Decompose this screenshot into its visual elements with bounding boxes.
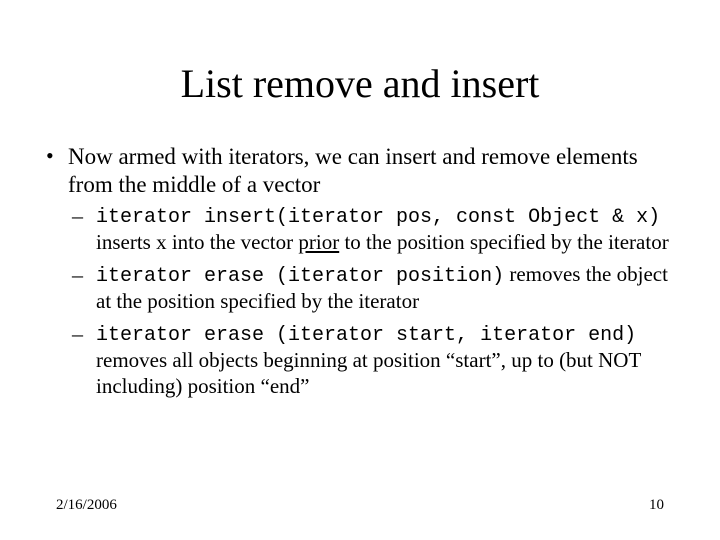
footer-date: 2/16/2006 (56, 497, 117, 514)
sub-item-insert: iterator insert(iterator pos, const Obje… (68, 203, 680, 256)
slide: List remove and insert Now armed with it… (0, 0, 720, 540)
code-signature: iterator insert(iterator pos, const Obje… (96, 206, 660, 229)
bullet-list-l1: Now armed with iterators, we can insert … (40, 143, 680, 400)
slide-title: List remove and insert (0, 0, 720, 107)
slide-footer: 2/16/2006 10 (0, 497, 720, 514)
code-signature: iterator erase (iterator start, iterator… (96, 324, 636, 347)
emphasis-prior: prior (298, 230, 339, 254)
slide-body: Now armed with iterators, we can insert … (0, 107, 720, 400)
desc-text: to the position specified by the iterato… (339, 230, 669, 254)
sub-item-erase-range: iterator erase (iterator start, iterator… (68, 321, 680, 400)
bullet-list-l2: iterator insert(iterator pos, const Obje… (68, 203, 680, 400)
desc-text: removes all objects beginning at positio… (96, 348, 641, 398)
footer-page-number: 10 (649, 497, 664, 514)
desc-text: inserts x into the vector (96, 230, 298, 254)
code-signature: iterator erase (iterator position) (96, 265, 504, 288)
sub-item-erase-one: iterator erase (iterator position) remov… (68, 262, 680, 315)
bullet-text: Now armed with iterators, we can insert … (68, 144, 638, 197)
bullet-item: Now armed with iterators, we can insert … (40, 143, 680, 400)
